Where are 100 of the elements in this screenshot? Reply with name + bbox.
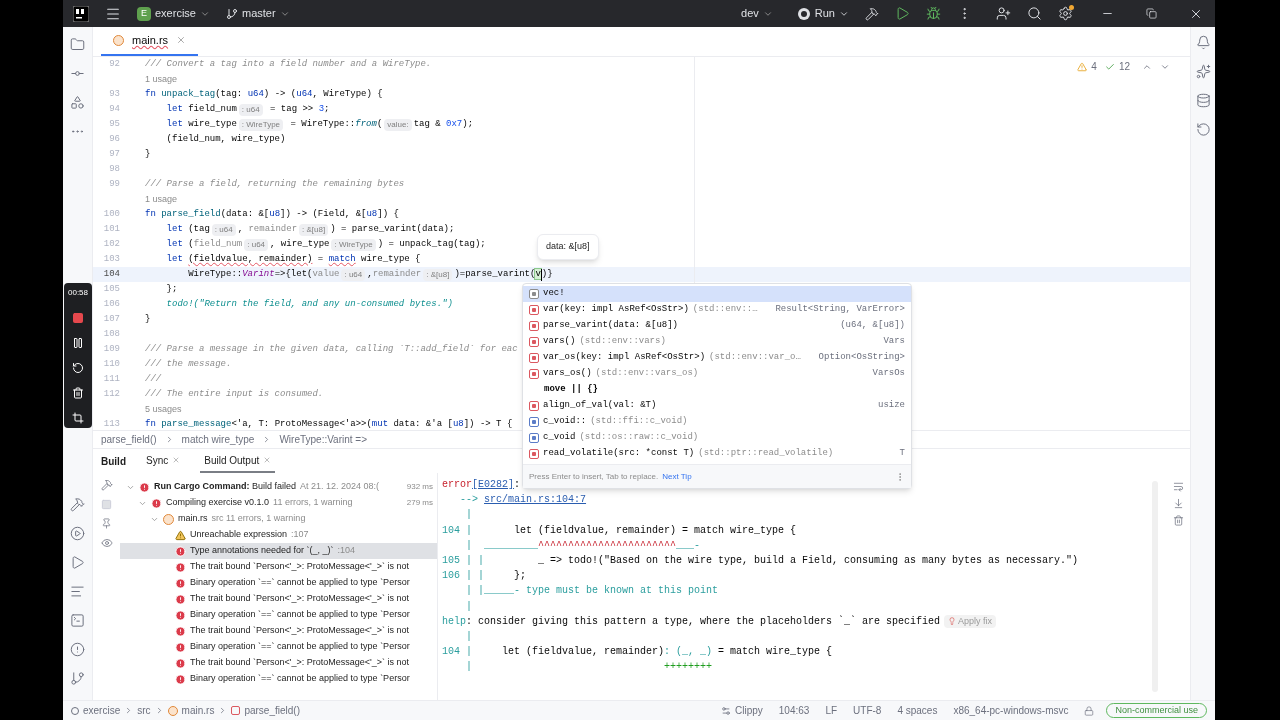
- settings-icon[interactable]: [1058, 6, 1073, 21]
- run-config-selector[interactable]: dev: [741, 5, 773, 22]
- tree-item[interactable]: The trait bound `Person<'_>: ProtoMessage<'_>` is not: [120, 655, 437, 671]
- completion-item[interactable]: var_os(key: impl AsRef<OsStr>) (std::env::var_o… Option<OsString>: [523, 350, 911, 366]
- scroll-to-end-icon[interactable]: [1172, 498, 1184, 509]
- line-number: 92: [108, 57, 120, 71]
- status-item[interactable]: x86_64-pc-windows-msvc: [953, 703, 1069, 718]
- tree-item[interactable]: The trait bound `Person<'_>: ProtoMessage<'_>` is not: [120, 623, 437, 639]
- next-tip-link[interactable]: Next Tip: [662, 470, 692, 483]
- eye-icon[interactable]: [100, 537, 113, 549]
- breadcrumb[interactable]: WireType::Varint =>: [279, 432, 368, 447]
- warning-icon: [175, 529, 186, 541]
- tree-item[interactable]: Run Cargo Command: Build failed At 21. 12. 2024 08:( 932 ms: [120, 479, 437, 495]
- completion-item[interactable]: read_volatile(src: *const T) (std::ptr::read_volatile) T: [523, 446, 911, 462]
- restore-icon[interactable]: [1146, 8, 1157, 19]
- tree-item[interactable]: Binary operation `==` cannot be applied to type `Persor: [120, 639, 437, 655]
- services-icon[interactable]: [70, 526, 85, 541]
- breadcrumb[interactable]: parse_field(): [101, 432, 157, 447]
- ring-icon: [796, 6, 811, 21]
- code-text: let field_num: [165, 102, 237, 116]
- breadcrumb[interactable]: match wire_type: [181, 432, 255, 447]
- function-icon: [529, 449, 539, 459]
- file-tab[interactable]: main.rs: [101, 26, 199, 56]
- panel-tab[interactable]: Build Output: [200, 449, 276, 473]
- tree-item[interactable]: Type annotations needed for `(_, _)` :104: [120, 543, 437, 559]
- output-text: |: [465, 599, 472, 614]
- tree-item[interactable]: Binary operation `==` cannot be applied to type `Persor: [120, 575, 437, 591]
- screenshot-icon[interactable]: [72, 412, 84, 424]
- database-icon[interactable]: [1195, 93, 1211, 108]
- completion-item[interactable]: c_void:: (std::ffi::c_void): [523, 414, 911, 430]
- pause-icon[interactable]: [72, 337, 84, 349]
- pin-icon[interactable]: [101, 518, 112, 529]
- tooltip: data: &[u8]: [537, 234, 599, 260]
- completion-item[interactable]: vars_os() (std::env::vars_os) VarsOs: [523, 366, 911, 382]
- soft-wrap-icon[interactable]: [1172, 481, 1184, 492]
- branch-selector[interactable]: master: [225, 5, 290, 22]
- linter-widget[interactable]: Clippy: [721, 703, 763, 718]
- link[interactable]: src/main.rs:104:7: [484, 492, 587, 508]
- lock-icon[interactable]: [1084, 705, 1095, 716]
- search-icon[interactable]: [1027, 6, 1042, 21]
- status-item[interactable]: LF: [825, 703, 838, 718]
- path-item[interactable]: main.rs: [181, 703, 215, 718]
- completion-item[interactable]: align_of_val(val: &T) usize: [523, 398, 911, 414]
- restart-icon[interactable]: [72, 362, 84, 374]
- line-number: 108: [102, 327, 120, 341]
- rebuild-icon[interactable]: [100, 479, 113, 491]
- path-item[interactable]: parse_field(): [244, 703, 300, 718]
- terminal-icon[interactable]: [70, 613, 85, 628]
- path-item[interactable]: src: [137, 703, 151, 718]
- code-text: = WireType::from(: [289, 117, 383, 131]
- output-text: | ++++++++: [465, 660, 713, 675]
- inspection-widget[interactable]: 4 12: [1077, 59, 1170, 74]
- trash-icon[interactable]: [72, 387, 84, 399]
- run-button[interactable]: Run: [796, 5, 849, 22]
- project-selector[interactable]: exercise: [155, 5, 210, 22]
- stop-recording-icon[interactable]: [72, 312, 84, 324]
- completion-item[interactable]: var(key: impl AsRef<OsStr>) (std::env::… Result<String, VarError>: [523, 302, 911, 318]
- completion-item[interactable]: vars() (std::env::vars) Vars: [523, 334, 911, 350]
- app-logo-icon[interactable]: [73, 5, 89, 22]
- completion-item[interactable]: parse_varint(data: &[u8]) (u64, &[u8]): [523, 318, 911, 334]
- notifications-icon[interactable]: [1195, 35, 1211, 50]
- build-icon[interactable]: [70, 497, 85, 512]
- code-text: ,remainder: [367, 267, 422, 281]
- tree-item[interactable]: Binary operation `==` cannot be applied to type `Persor: [120, 607, 437, 623]
- add-user-icon[interactable]: [996, 6, 1011, 21]
- folder-icon[interactable]: [70, 37, 85, 52]
- tree-item[interactable]: Binary operation `==` cannot be applied to type `Persor: [120, 671, 437, 687]
- usage-hint[interactable]: 1 usage: [145, 192, 178, 207]
- status-item[interactable]: 104:63: [778, 703, 810, 718]
- usage-hint[interactable]: 1 usage: [145, 72, 178, 87]
- line-number: 100: [102, 207, 120, 221]
- output-text: |: [465, 629, 472, 644]
- completion-item[interactable]: move || {}: [523, 382, 911, 398]
- tree-item[interactable]: Compiling exercise v0.1.0 11 errors, 1 warning 279 ms: [120, 495, 437, 511]
- history-icon[interactable]: [1195, 122, 1211, 137]
- line-number: 112: [102, 387, 120, 401]
- usage-hint[interactable]: 5 usages: [145, 402, 182, 417]
- tree-item[interactable]: The trait bound `Person<'_>: ProtoMessage<'_>` is not: [120, 591, 437, 607]
- run-icon[interactable]: [895, 6, 910, 21]
- tree-item[interactable]: Unreachable expression :107: [120, 527, 437, 543]
- status-item[interactable]: 4 spaces: [897, 703, 938, 718]
- completion-item[interactable]: c_void (std::os::raw::c_void): [523, 430, 911, 446]
- ai-assistant-icon[interactable]: [1195, 64, 1211, 79]
- status-item[interactable]: UTF-8: [853, 703, 882, 718]
- tree-item[interactable]: main.rs src 11 errors, 1 warning: [120, 511, 437, 527]
- build-icon[interactable]: [865, 6, 879, 21]
- code-text: };: [165, 282, 178, 296]
- line-number: 110: [102, 357, 120, 371]
- project-badge: E: [137, 6, 151, 21]
- run-icon[interactable]: [70, 555, 85, 570]
- debug-icon[interactable]: [926, 6, 941, 21]
- completion-item[interactable]: vec!: [523, 286, 911, 302]
- todo-icon[interactable]: [70, 584, 85, 599]
- panel-tab[interactable]: Sync: [142, 449, 185, 473]
- tree-item[interactable]: The trait bound `Person<'_>: ProtoMessage<'_>` is not: [120, 559, 437, 575]
- structure-icon[interactable]: [70, 95, 85, 110]
- git-icon[interactable]: [70, 671, 85, 686]
- path-item[interactable]: exercise: [83, 703, 121, 718]
- link[interactable]: [E0282]: [472, 477, 515, 493]
- problems-icon[interactable]: [70, 642, 85, 657]
